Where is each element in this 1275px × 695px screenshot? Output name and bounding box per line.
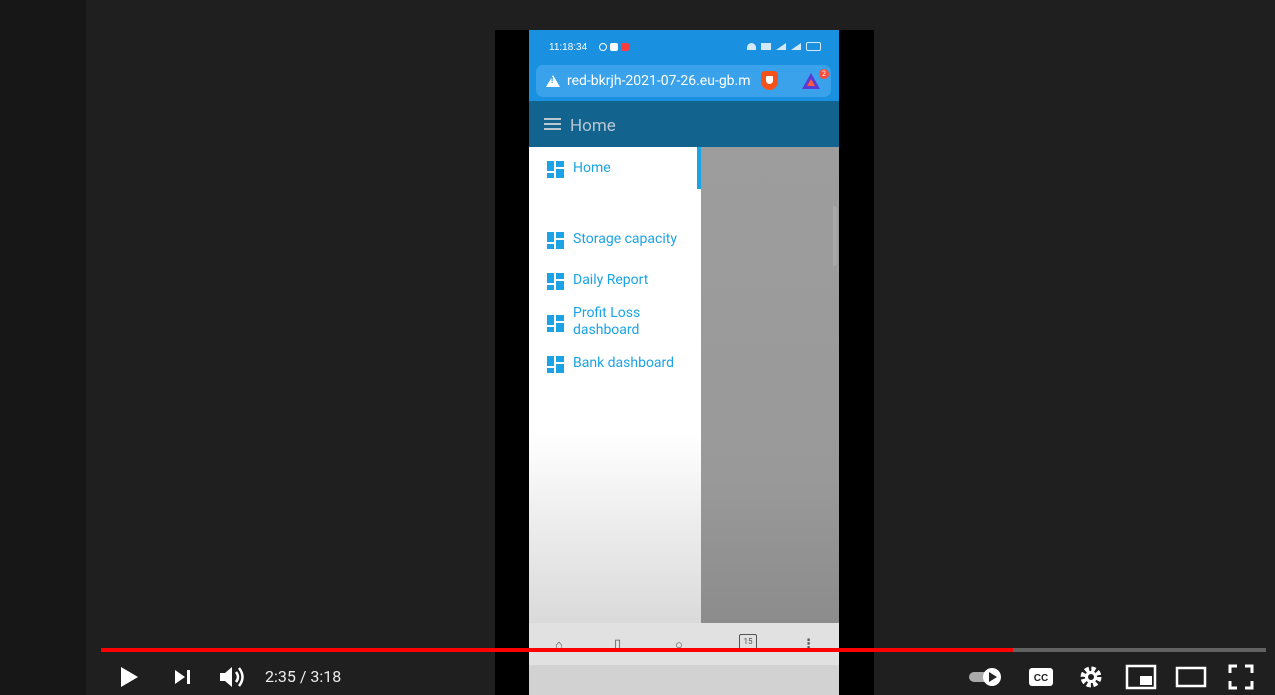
drawer-scrim[interactable] (701, 147, 839, 623)
dashboard-icon (547, 232, 564, 249)
theater-mode-icon[interactable] (1175, 666, 1207, 688)
menu-icon[interactable] (544, 118, 561, 130)
dashboard-icon (547, 161, 564, 178)
battery-icon (806, 42, 821, 51)
next-icon[interactable] (173, 668, 195, 688)
youtube-icon (621, 43, 629, 51)
signal-icon (776, 43, 786, 50)
time-display: 2:35 / 3:18 (265, 667, 342, 686)
play-icon[interactable] (118, 665, 140, 689)
page-title: Home (570, 116, 616, 136)
status-time: 11:18:34 (549, 42, 588, 53)
captions-icon[interactable]: CC (1028, 666, 1054, 688)
volume-icon[interactable] (218, 664, 248, 690)
not-secure-warning-icon[interactable] (546, 75, 560, 87)
active-item-indicator (697, 147, 701, 189)
app-header: Home (529, 101, 839, 147)
rewards-badge: 2 (819, 69, 829, 79)
nav-drawer: Home Storage capacity Daily Report Profi… (529, 147, 701, 623)
settings-gear-icon[interactable] (1078, 664, 1104, 690)
status-bar: 11:18:34 (529, 30, 839, 61)
nav-item-home[interactable]: Home (529, 159, 697, 179)
nav-item-label: Home (573, 160, 611, 176)
nav-item-label: Bank dashboard (573, 355, 675, 371)
nav-item-storage-capacity[interactable]: Storage capacity (529, 230, 697, 250)
message-icon (610, 43, 618, 51)
phone-screen: 11:18:34 red-bkrjh-2021-07-26.eu-gb.mybl… (529, 30, 839, 695)
brave-rewards-icon[interactable] (802, 73, 820, 89)
player-controls: 2:35 / 3:18 CC (0, 652, 1275, 695)
url-text[interactable]: red-bkrjh-2021-07-26.eu-gb.mybluemix.net (567, 73, 751, 89)
miniplayer-icon[interactable] (1125, 664, 1157, 690)
dashboard-icon (547, 273, 564, 290)
video-player[interactable]: 11:18:34 red-bkrjh-2021-07-26.eu-gb.mybl… (0, 0, 1275, 695)
nav-item-profit-loss-dashboard[interactable]: Profit Loss dashboard (529, 305, 697, 341)
brave-shields-icon[interactable] (761, 71, 778, 90)
svg-text:CC: CC (1034, 673, 1048, 684)
nav-item-label: Profit Loss dashboard (573, 305, 641, 338)
browser-url-bar: red-bkrjh-2021-07-26.eu-gb.mybluemix.net… (529, 61, 839, 101)
nav-item-daily-report[interactable]: Daily Report (529, 271, 697, 291)
dashboard-icon (547, 315, 564, 332)
nav-item-bank-dashboard[interactable]: Bank dashboard (529, 354, 697, 374)
nav-item-label: Storage capacity (573, 231, 677, 247)
nav-item-label: Daily Report (573, 272, 649, 288)
player-side-shade (0, 0, 86, 695)
volte-icon (761, 43, 771, 50)
dashboard-icon (547, 356, 564, 373)
notification-icons (599, 43, 629, 51)
fullscreen-icon[interactable] (1228, 664, 1254, 690)
scroll-indicator (833, 206, 837, 266)
autoplay-toggle[interactable] (967, 666, 1005, 688)
wifi-icon (747, 43, 756, 50)
status-icons (747, 42, 821, 51)
instagram-icon (599, 43, 607, 51)
signal-icon (791, 43, 801, 50)
address-field[interactable]: red-bkrjh-2021-07-26.eu-gb.mybluemix.net… (536, 65, 831, 97)
